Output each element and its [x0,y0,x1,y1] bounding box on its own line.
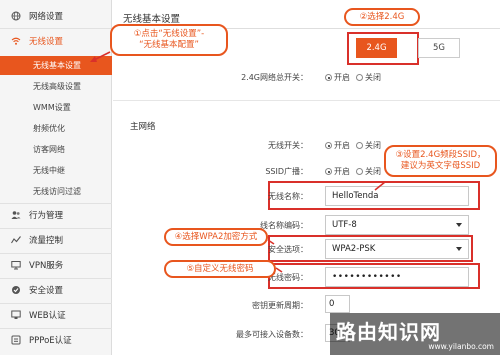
callout-text: ④选择WPA2加密方式 [174,231,258,242]
subitem-wireless-repeater[interactable]: 无线中继 [0,161,112,180]
callout-step4: ④选择WPA2加密方式 [164,228,268,246]
broadcast-on-radio[interactable] [325,168,332,175]
traffic-icon [11,235,21,245]
max-devices-label: 最多可接入设备数： [236,330,308,339]
callout-step5: ⑤自定义无线密码 [164,260,276,278]
section-title: 主网络 [130,122,156,132]
sidebar-item-traffic[interactable]: 流量控制 [0,229,112,251]
users-icon [11,210,21,220]
wifi-icon [11,36,21,46]
sidebar-item-wireless[interactable]: 无线设置 [0,30,112,52]
subitem-rf-optimize[interactable]: 射频优化 [0,119,112,138]
band-5g-button[interactable]: 5G [418,38,460,58]
callout-step1: ①点击“无线设置”- “无线基本配置” [110,24,228,56]
sidebar-item-label: 无线设置 [29,37,64,47]
subitem-guest-network[interactable]: 访客网络 [0,140,112,159]
radio-label: 开启 [334,73,350,82]
callout-text: 建议为英文字母SSID [400,161,481,171]
subitem-wmm[interactable]: WMM设置 [0,98,112,117]
watermark-url: www.yilanbo.com [428,342,494,351]
sidebar-item-label: PPPoE认证 [29,336,72,346]
ssid-label: 无线名称： [268,192,308,201]
radio-label: 开启 [334,167,350,176]
sidebar-item-label: 安全设置 [29,286,64,296]
callout-step3: ③设置2.4G频段SSID， 建议为英文字母SSID [384,145,497,177]
section-divider [113,100,500,101]
radio-label: 关闭 [365,167,381,176]
encoding-select[interactable]: UTF-8 [325,215,469,235]
security-value: WPA2-PSK [332,244,376,254]
sidebar: 网络设置 无线设置 无线基本设置 无线高级设置 WMM设置 射频优化 访客网络 … [0,0,112,355]
pppoe-icon [11,335,21,345]
wireless-off-radio[interactable] [356,142,363,149]
ssid-broadcast-radios: 开启 关闭 [325,166,381,177]
sidebar-item-label: WEB认证 [29,311,66,321]
chevron-down-icon [456,223,462,227]
vpn-icon [11,260,21,270]
chevron-down-icon [456,247,462,251]
master-switch-radios: 开启 关闭 [325,72,381,83]
sidebar-item-label: 网络设置 [29,12,64,22]
password-input[interactable]: •••••••••••• [325,267,469,287]
callout-text: ③设置2.4G频段SSID， [395,150,486,160]
radio-label: 开启 [334,141,350,150]
sidebar-item-security[interactable]: 安全设置 [0,279,112,301]
wireless-switch-label: 无线开关： [268,141,308,150]
callout-text: ②选择2.4G [359,11,405,22]
encoding-label: 线名称编码： [260,221,308,230]
watermark-title: 路由知识网 [336,320,441,344]
wireless-on-radio[interactable] [325,142,332,149]
sidebar-item-label: 流量控制 [29,236,64,246]
sidebar-item-label: 行为管理 [29,211,64,221]
watermark: 路由知识网 www.yilanbo.com [330,313,500,355]
sidebar-item-network[interactable]: 网络设置 [0,5,112,27]
subitem-wireless-advanced[interactable]: 无线高级设置 [0,77,112,96]
encoding-value: UTF-8 [332,220,357,230]
ssid-broadcast-label: SSID广播： [265,167,308,176]
sidebar-item-behavior[interactable]: 行为管理 [0,204,112,226]
band-2-4g-button[interactable]: 2.4G [356,38,397,58]
monitor-icon [11,310,21,320]
security-label: 安全选项： [268,245,308,254]
callout-text: ①点击“无线设置”- [133,29,205,39]
key-update-label: 密钥更新周期： [252,301,308,310]
master-switch-label: 2.4G网络总开关： [241,73,308,82]
radio-label: 关闭 [365,73,381,82]
master-on-radio[interactable] [325,74,332,81]
wireless-switch-radios: 开启 关闭 [325,140,381,151]
subitem-access-filter[interactable]: 无线访问过滤 [0,182,112,201]
shield-icon [11,285,21,295]
sidebar-item-vpn[interactable]: VPN服务 [0,254,112,276]
sidebar-item-web-auth[interactable]: WEB认证 [0,304,112,326]
sidebar-item-label: VPN服务 [29,261,64,271]
callout-text: “无线基本配置” [139,40,199,50]
radio-label: 关闭 [365,141,381,150]
callout-text: ⑤自定义无线密码 [186,263,254,274]
page-title: 无线基本设置 [123,14,181,25]
broadcast-off-radio[interactable] [356,168,363,175]
globe-icon [11,11,21,21]
sidebar-item-pppoe[interactable]: PPPoE认证 [0,329,112,351]
ssid-input[interactable]: HelloTenda [325,186,469,206]
callout-step2: ②选择2.4G [344,8,420,26]
master-off-radio[interactable] [356,74,363,81]
security-select[interactable]: WPA2-PSK [325,239,469,259]
subitem-wireless-basic[interactable]: 无线基本设置 [0,56,112,75]
key-update-input[interactable]: 0 [325,295,350,313]
